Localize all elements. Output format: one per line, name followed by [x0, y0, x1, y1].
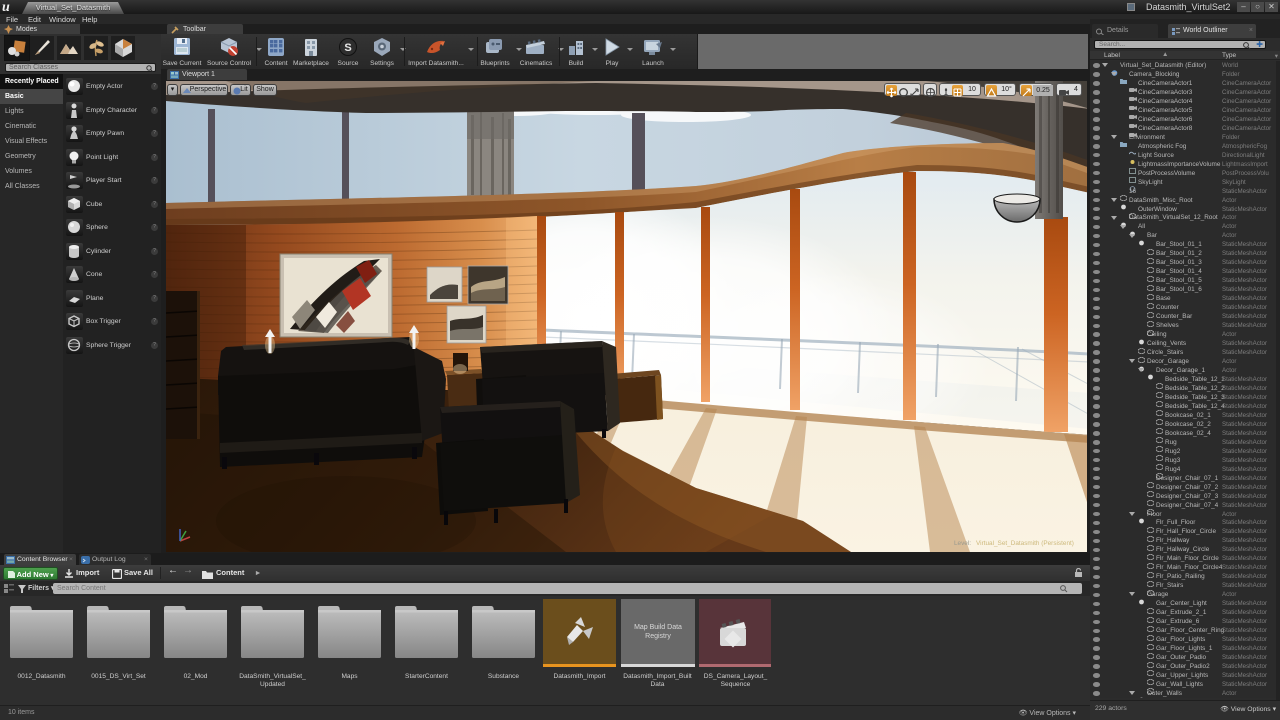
svg-text:Level:: Level: [954, 540, 971, 547]
svg-text:S: S [344, 42, 351, 54]
svg-text:Virtual_Set_Datasmith (Persist: Virtual_Set_Datasmith (Persistent) [976, 540, 1074, 547]
